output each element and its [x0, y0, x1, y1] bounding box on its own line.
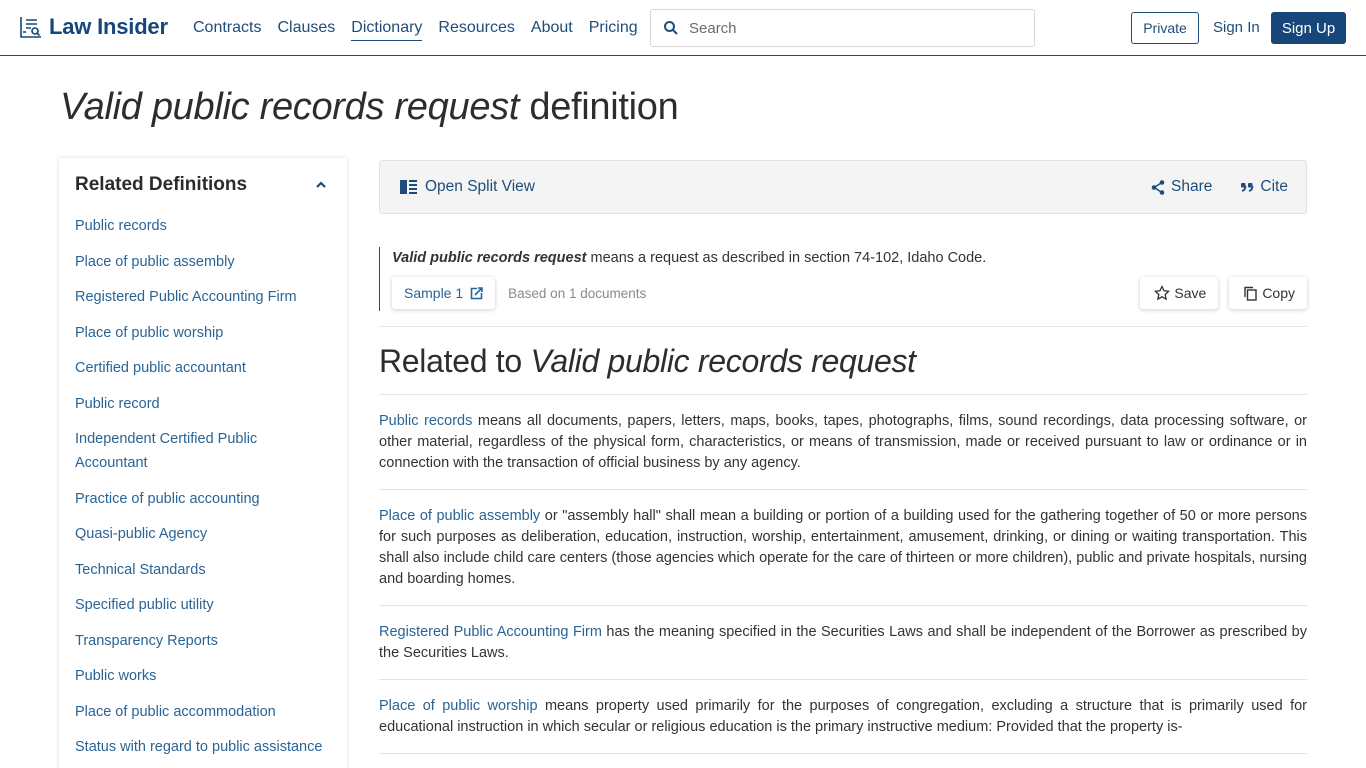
sample-link[interactable]: Sample 1 [392, 277, 496, 309]
related-definition-entry: Place of public worship means property u… [379, 680, 1307, 754]
external-link-icon [470, 286, 483, 299]
copy-icon [1244, 286, 1258, 301]
related-definition-link[interactable]: Place of public assembly [75, 254, 235, 270]
nav-pricing[interactable]: Pricing [589, 19, 638, 41]
related-definition-link[interactable]: Transparency Reports [75, 633, 218, 649]
related-definition-item: Place of public assembly [75, 250, 331, 274]
related-heading-term: Valid public records request [530, 343, 916, 379]
related-definition-entry: Place of public assembly or "assembly ha… [379, 490, 1307, 606]
private-button[interactable]: Private [1131, 12, 1199, 44]
page-title: Valid public records request definition [60, 86, 679, 129]
page-title-suffix: definition [519, 86, 679, 128]
divider [379, 326, 1307, 327]
split-view-icon [400, 180, 417, 194]
related-definition-item: Place of public worship [75, 321, 331, 345]
related-definitions-title: Related Definitions [75, 174, 248, 195]
related-definition-item: Registered Public Accounting Firm [75, 285, 331, 309]
related-definition-link[interactable]: Technical Standards [75, 562, 206, 578]
open-split-view-button[interactable]: Open Split View [400, 178, 535, 196]
cite-button[interactable]: Cite [1240, 178, 1288, 196]
related-definition-link[interactable]: Place of public accommodation [75, 704, 276, 720]
related-definition-item: Transparency Reports [75, 629, 331, 653]
quote-icon [1241, 183, 1254, 192]
related-definition-item: Status with regard to public assistance [75, 735, 331, 759]
search-input[interactable] [689, 19, 1009, 37]
related-term-link[interactable]: Place of public worship [379, 698, 538, 714]
star-icon [1154, 285, 1171, 301]
definition-toolbar: Open Split View Share Cite [379, 160, 1307, 214]
related-definition-link[interactable]: Specified public utility [75, 597, 214, 613]
related-term-link[interactable]: Place of public assembly [379, 508, 540, 524]
related-definitions-panel: Related Definitions Public records Place … [59, 158, 347, 768]
related-definitions-header[interactable]: Related Definitions [75, 174, 331, 196]
related-definition-link[interactable]: Place of public worship [75, 325, 223, 341]
related-definition-link[interactable]: Certified public accountant [75, 360, 246, 376]
main-content: Open Split View Share Cite Valid public … [379, 160, 1307, 754]
save-label: Save [1174, 285, 1207, 301]
nav-dictionary[interactable]: Dictionary [351, 19, 423, 41]
nav-about[interactable]: About [531, 19, 573, 41]
related-term-text: means all documents, papers, letters, ma… [379, 413, 1308, 471]
definition-term: Valid public records request [392, 250, 587, 266]
copy-label: Copy [1262, 285, 1295, 301]
search-box [650, 9, 1035, 47]
nav-contracts[interactable]: Contracts [193, 19, 261, 41]
related-definition-link[interactable]: Independent Certified Public Accountant [75, 431, 257, 471]
related-definitions-content: Public records means all documents, pape… [379, 395, 1307, 754]
related-definition-item: Quasi-public Agency [75, 522, 331, 546]
open-split-view-label: Open Split View [425, 178, 535, 195]
related-heading: Related to Valid public records request [379, 343, 1307, 380]
related-heading-prefix: Related to [379, 343, 531, 379]
copy-button[interactable]: Copy [1229, 277, 1307, 309]
related-definition-item: Independent Certified Public Accountant [75, 427, 331, 475]
related-definition-item: Technical Standards [75, 558, 331, 582]
search-icon [664, 21, 678, 35]
nav-clauses[interactable]: Clauses [277, 19, 335, 41]
related-definition-item: Certified public accountant [75, 356, 331, 380]
chevron-up-icon[interactable] [315, 179, 327, 191]
related-definition-link[interactable]: Public works [75, 668, 156, 684]
related-definition-item: Practice of public accounting [75, 487, 331, 511]
related-definition-item: Place of public accommodation [75, 700, 331, 724]
sample-label: Sample 1 [404, 285, 464, 301]
related-definition-item: Public works [75, 664, 331, 688]
related-definition-item: Public records [75, 214, 331, 238]
nav-resources[interactable]: Resources [438, 19, 514, 41]
related-term-link[interactable]: Public records [379, 413, 472, 429]
definition-body: means a request as described in section … [586, 250, 987, 266]
save-button[interactable]: Save [1140, 277, 1219, 309]
share-label: Share [1171, 178, 1213, 195]
logo-link[interactable]: Law Insider [19, 14, 168, 40]
sign-up-button[interactable]: Sign Up [1271, 12, 1346, 44]
related-definition-link[interactable]: Practice of public accounting [75, 491, 260, 507]
share-button[interactable]: Share [1151, 178, 1212, 196]
logo-text: Law Insider [49, 14, 168, 39]
sign-in-link[interactable]: Sign In [1213, 19, 1260, 36]
related-definition-link[interactable]: Registered Public Accounting Firm [75, 289, 297, 305]
related-definition-entry: Public records means all documents, pape… [379, 395, 1307, 490]
related-term-link[interactable]: Registered Public Accounting Firm [379, 624, 602, 640]
page-title-term: Valid public records request [60, 86, 520, 128]
related-definition-link[interactable]: Public records [75, 218, 167, 234]
related-definition-item: Specified public utility [75, 593, 331, 617]
site-header: Law Insider Contracts Clauses Dictionary… [0, 0, 1366, 56]
share-icon [1151, 179, 1165, 195]
related-definition-link[interactable]: Quasi-public Agency [75, 526, 207, 542]
definition-actions: Save Copy [1140, 277, 1307, 309]
related-definition-link[interactable]: Status with regard to public assistance [75, 739, 322, 755]
cite-label: Cite [1260, 178, 1288, 195]
definition-text: Valid public records request means a req… [392, 247, 1307, 269]
logo-icon [20, 17, 41, 38]
based-on-count: Based on 1 documents [508, 285, 647, 301]
related-definition-item: Public record [75, 392, 331, 416]
related-definition-entry: Registered Public Accounting Firm has th… [379, 606, 1307, 680]
related-definition-link[interactable]: Public record [75, 396, 160, 412]
main-nav: Contracts Clauses Dictionary Resources A… [193, 19, 638, 41]
related-definitions-list: Public records Place of public assembly Re… [75, 214, 331, 768]
